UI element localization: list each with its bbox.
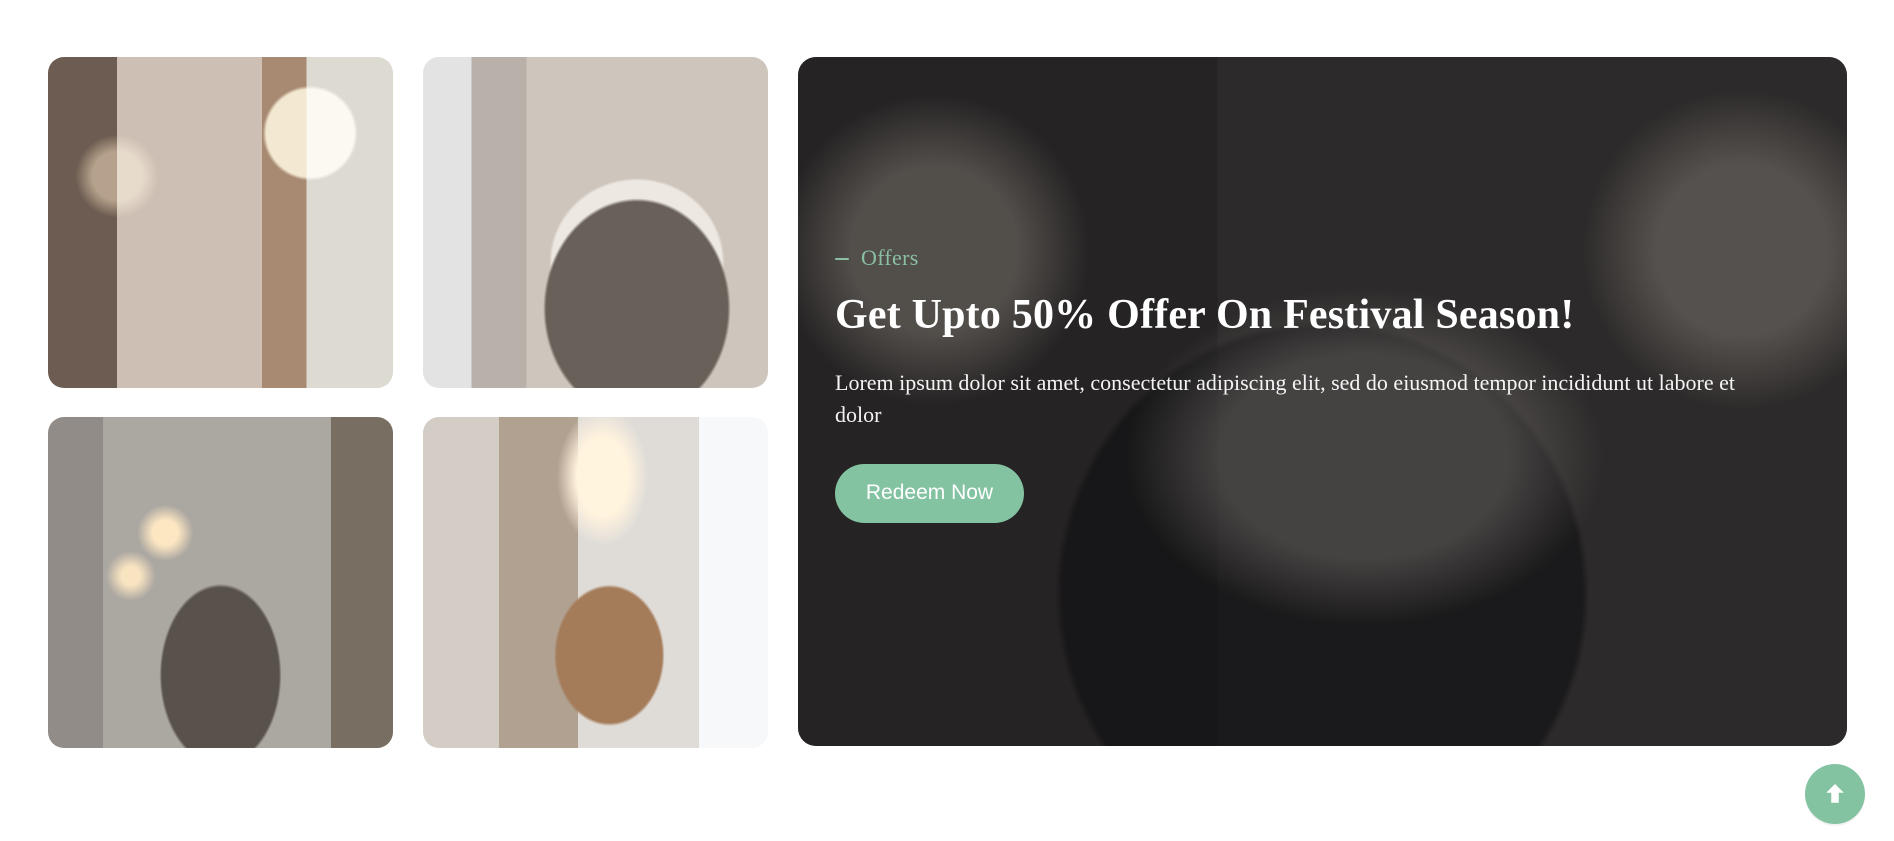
banner-content: Offers Get Upto 50% Offer On Festival Se…	[835, 245, 1795, 523]
kitchen-photo	[48, 57, 393, 388]
festival-offer-banner: Offers Get Upto 50% Offer On Festival Se…	[798, 57, 1847, 746]
interior-image-bedroom	[423, 57, 768, 388]
back-to-top-button[interactable]	[1805, 764, 1865, 824]
banner-description: Lorem ipsum dolor sit amet, consectetur …	[835, 370, 1735, 427]
breakfast-nook-photo	[423, 417, 768, 748]
arrow-up-icon	[1826, 784, 1844, 803]
offers-eyebrow: Offers	[835, 245, 1795, 271]
offers-section: Offers Get Upto 50% Offer On Festival Se…	[0, 0, 1894, 841]
dining-photo	[48, 417, 393, 748]
bedroom-photo	[423, 57, 768, 388]
redeem-now-button[interactable]: Redeem Now	[835, 463, 1024, 523]
interior-image-kitchen	[48, 57, 393, 388]
banner-headline: Get Upto 50% Offer On Festival Season!	[835, 292, 1575, 338]
eyebrow-label: Offers	[861, 245, 919, 270]
interior-image-dining	[48, 417, 393, 748]
interior-image-breakfast-nook	[423, 417, 768, 748]
eyebrow-line	[835, 258, 849, 260]
